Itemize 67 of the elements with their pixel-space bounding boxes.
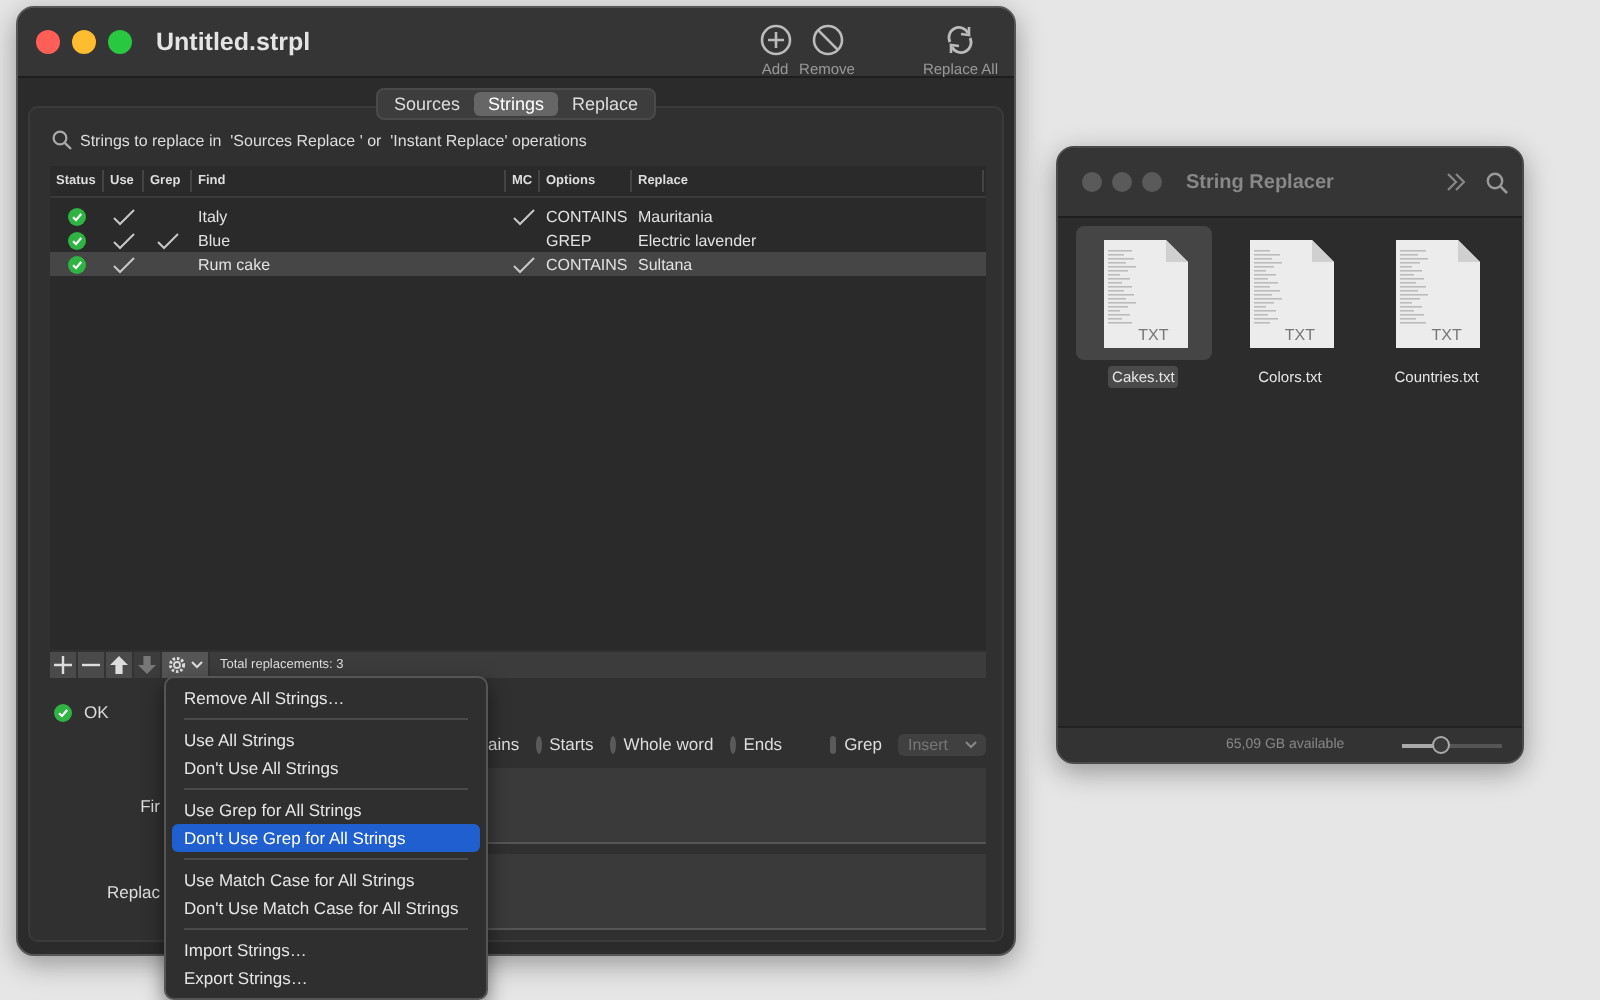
search-icon[interactable]	[1486, 171, 1508, 193]
file-type-label: TXT	[1429, 326, 1464, 344]
file-type-label: TXT	[1136, 326, 1171, 344]
menu-item[interactable]: Remove All Strings…	[172, 684, 480, 712]
table-cell: CONTAINS	[546, 255, 628, 273]
settings-menu-button[interactable]	[162, 652, 210, 678]
option-label: Whole word	[623, 734, 714, 754]
window-control-icon[interactable]	[72, 30, 96, 54]
table-cell: CONTAINS	[546, 207, 628, 225]
option-label: ains	[488, 734, 520, 754]
status-text: OK	[84, 702, 109, 722]
menu-item[interactable]: Use Match Case for All Strings	[172, 866, 480, 894]
table-cell: Mauritania	[638, 207, 713, 225]
tab[interactable]: Replace	[558, 92, 653, 116]
menu-item[interactable]: Use All Strings	[172, 726, 480, 754]
table-cell: Blue	[198, 231, 231, 249]
window-control-icon[interactable]	[108, 30, 132, 54]
field-label: Fir	[140, 796, 160, 816]
move-up-icon	[110, 656, 128, 674]
checkmark-icon[interactable]	[112, 207, 136, 225]
option-label: Ends	[743, 734, 783, 754]
checkmark-icon[interactable]	[511, 207, 535, 225]
chevron-down-icon	[963, 739, 978, 749]
add-button[interactable]	[50, 652, 78, 678]
tab[interactable]: Strings	[473, 92, 558, 116]
move-up-button[interactable]	[106, 652, 134, 678]
checkmark-icon[interactable]	[112, 255, 136, 273]
double-chevron-icon[interactable]	[1446, 172, 1466, 192]
table-cell: Italy	[198, 207, 228, 225]
text-file-icon[interactable]	[1390, 237, 1483, 349]
refresh-icon	[944, 23, 977, 55]
selected-row[interactable]: Rum cake CONTAINS Sultana	[50, 252, 986, 276]
hint-text: Strings to replace in 'Sources Replace ' or 'Instant Replace' operations	[80, 131, 587, 149]
radio-button[interactable]	[729, 735, 736, 753]
gear-icon	[167, 656, 185, 674]
menu-item[interactable]: Use Grep for All Strings	[172, 796, 480, 824]
menu-item[interactable]: Don't Use Grep for All Strings	[172, 824, 480, 852]
move-down-icon	[138, 656, 156, 674]
checkmark-icon[interactable]	[112, 231, 136, 249]
chevron-down-icon	[189, 660, 203, 670]
table-cell: GREP	[546, 231, 592, 249]
window-title: String Replacer	[1186, 171, 1336, 193]
field-label: Replac	[107, 882, 160, 902]
radio-button[interactable]	[609, 735, 616, 753]
table-cell: Sultana	[638, 255, 693, 273]
file-type-label: TXT	[1282, 326, 1318, 344]
menu-item[interactable]: Don't Use Match Case for All Strings	[172, 894, 480, 922]
radio-button[interactable]	[535, 735, 542, 753]
remove-button[interactable]	[78, 652, 106, 678]
prohibited-icon	[811, 23, 843, 55]
tab[interactable]: Sources	[379, 92, 474, 116]
search-icon	[52, 130, 72, 150]
add-icon	[54, 656, 72, 674]
menu-item[interactable]: Export Strings…	[172, 964, 480, 992]
table-cell: Rum cake	[198, 255, 271, 273]
menu-item[interactable]: Import Strings…	[172, 936, 480, 964]
option-label: Starts	[549, 734, 594, 754]
window-control-icon[interactable]	[36, 30, 60, 54]
checkmark-icon[interactable]	[156, 231, 180, 249]
checkmark-icon[interactable]	[511, 255, 535, 273]
window-title: Untitled.strpl	[156, 28, 313, 56]
checkbox[interactable]	[830, 735, 837, 753]
slider-thumb[interactable]	[1432, 735, 1450, 753]
menu-item[interactable]: Don't Use All Strings	[172, 754, 480, 782]
plus-circle-icon	[759, 23, 792, 55]
checkbox-label: Grep	[844, 734, 882, 754]
table-cell: Electric lavender	[638, 231, 757, 249]
